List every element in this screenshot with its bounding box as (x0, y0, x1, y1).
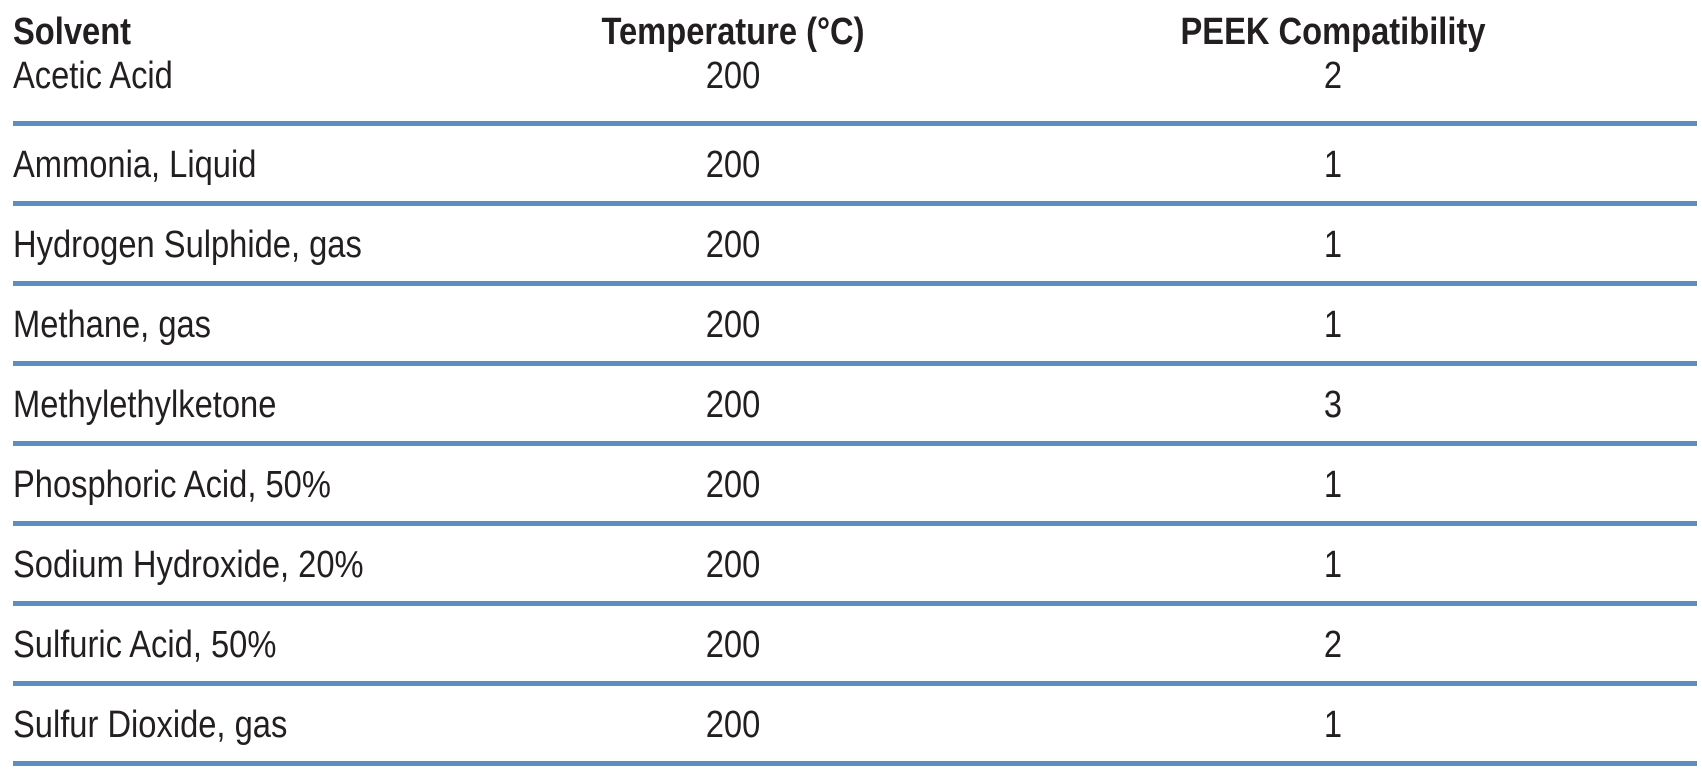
compatibility-cell: 1 (1323, 224, 1343, 266)
compatibility-cell: 2 (1323, 624, 1343, 666)
table-row: Ammonia, Liquid 200 1 (13, 126, 1697, 206)
temperature-cell: 200 (705, 224, 761, 266)
table-row: Acetic Acid 200 2 (13, 54, 1697, 126)
compatibility-cell: 1 (1323, 464, 1343, 506)
compatibility-cell: 2 (1323, 55, 1343, 97)
solvent-cell: Phosphoric Acid, 50% (13, 464, 331, 506)
compatibility-cell: 1 (1323, 304, 1343, 346)
solvent-cell: Methane, gas (13, 304, 212, 346)
solvent-cell: Ammonia, Liquid (13, 144, 257, 186)
table-row: Sulfur Dioxide, gas 200 1 (13, 686, 1697, 766)
table-row: Sodium Hydroxide, 20% 200 1 (13, 526, 1697, 606)
column-header-temperature: Temperature (°C) (601, 11, 865, 53)
solvent-cell: Methylethylketone (13, 384, 277, 426)
compatibility-cell: 1 (1323, 144, 1343, 186)
compatibility-cell: 1 (1323, 704, 1343, 746)
compatibility-cell: 1 (1323, 544, 1343, 586)
temperature-cell: 200 (705, 144, 761, 186)
solvent-cell: Acetic Acid (13, 55, 173, 97)
temperature-cell: 200 (705, 464, 761, 506)
compatibility-cell: 3 (1323, 384, 1343, 426)
column-header-peek-compatibility: PEEK Compatibility (1180, 11, 1486, 53)
row-divider (13, 761, 1697, 766)
solvent-cell: Sulfuric Acid, 50% (13, 624, 277, 666)
solvent-compatibility-table: Solvent Temperature (°C) PEEK Compatibil… (13, 0, 1697, 766)
table-row: Methane, gas 200 1 (13, 286, 1697, 366)
temperature-cell: 200 (705, 544, 761, 586)
solvent-cell: Sodium Hydroxide, 20% (13, 544, 364, 586)
solvent-cell: Sulfur Dioxide, gas (13, 704, 288, 746)
table-row: Phosphoric Acid, 50% 200 1 (13, 446, 1697, 526)
table-row: Hydrogen Sulphide, gas 200 1 (13, 206, 1697, 286)
temperature-cell: 200 (705, 304, 761, 346)
temperature-cell: 200 (705, 55, 761, 97)
column-header-solvent: Solvent (13, 11, 132, 53)
temperature-cell: 200 (705, 624, 761, 666)
table-row: Methylethylketone 200 3 (13, 366, 1697, 446)
table-row: Sulfuric Acid, 50% 200 2 (13, 606, 1697, 686)
table-header: Solvent Temperature (°C) PEEK Compatibil… (13, 0, 1697, 60)
temperature-cell: 200 (705, 384, 761, 426)
solvent-cell: Hydrogen Sulphide, gas (13, 224, 362, 266)
temperature-cell: 200 (705, 704, 761, 746)
